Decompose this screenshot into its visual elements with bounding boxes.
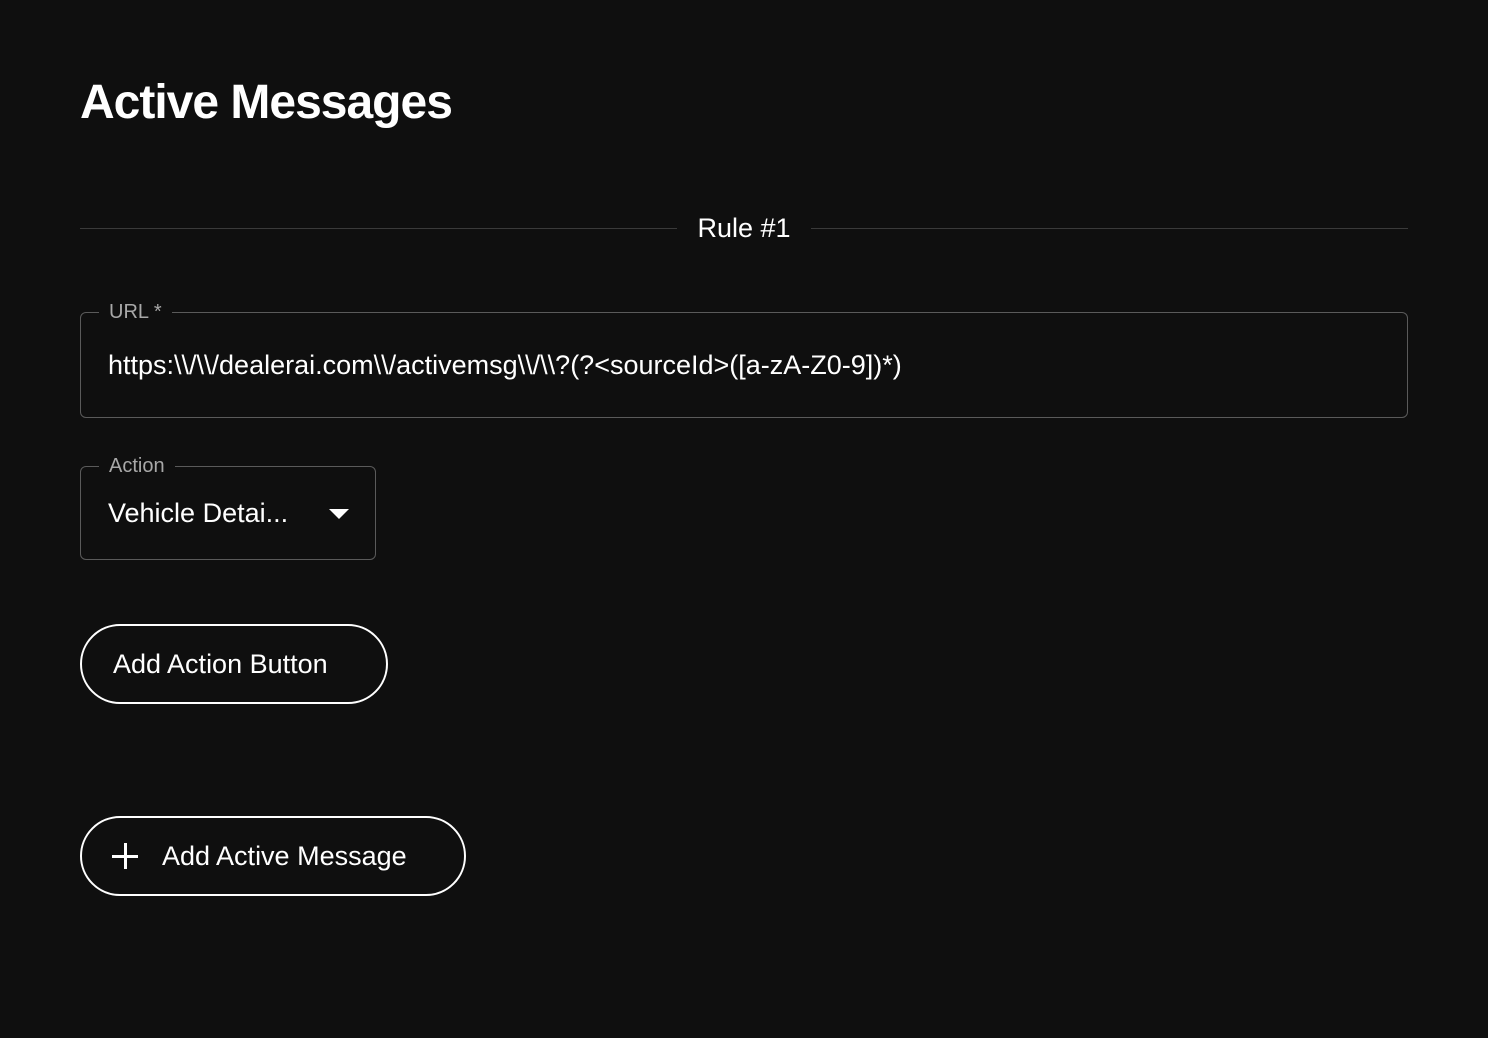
url-input[interactable]: https:\\/\\/dealerai.com\\/activemsg\\/\… (108, 347, 902, 383)
chevron-down-icon[interactable] (329, 509, 349, 519)
url-field-label: URL * (99, 299, 172, 325)
add-active-message-button[interactable]: Add Active Message (80, 816, 466, 896)
divider-line-right (810, 227, 1409, 229)
rule-divider: Rule #1 (80, 208, 1409, 248)
active-messages-page: Active Messages Rule #1 URL * https:\\/\… (0, 0, 1488, 1038)
action-select[interactable]: Action Vehicle Detai... (80, 453, 376, 560)
page-title: Active Messages (80, 76, 453, 129)
url-field[interactable]: URL * https:\\/\\/dealerai.com\\/activem… (80, 299, 1408, 418)
rule-label: Rule #1 (697, 212, 791, 243)
add-active-message-label: Add Active Message (162, 840, 407, 871)
add-action-button-label: Add Action Button (113, 648, 328, 679)
action-select-value[interactable]: Vehicle Detai... (108, 495, 288, 531)
divider-line-left (80, 227, 678, 229)
add-action-button[interactable]: Add Action Button (80, 624, 388, 704)
action-select-label: Action (99, 453, 175, 479)
plus-icon (112, 843, 138, 869)
